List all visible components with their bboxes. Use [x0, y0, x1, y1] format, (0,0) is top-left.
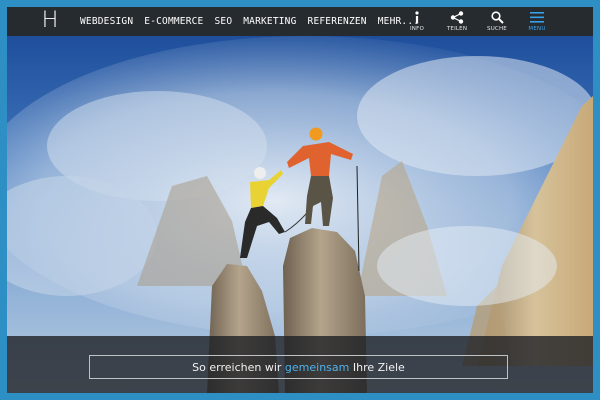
- main-nav: WEBDESIGN E-COMMERCE SEO MARKETING REFER…: [80, 7, 430, 36]
- page-frame: H WEBDESIGN E-COMMERCE SEO MARKETING REF…: [0, 0, 600, 400]
- share-label: TEILEN: [446, 26, 468, 32]
- search-button[interactable]: SUCHE: [477, 7, 517, 36]
- info-icon: [415, 11, 419, 24]
- info-button[interactable]: INFO: [397, 7, 437, 36]
- caption-part-after: Ihre Ziele: [349, 360, 405, 374]
- nav-item-seo[interactable]: SEO: [214, 16, 232, 27]
- caption-accent-word: gemeinsam: [284, 360, 350, 374]
- nav-item-e-commerce[interactable]: E-COMMERCE: [144, 16, 203, 27]
- caption-part-before: So erreichen wir: [192, 360, 285, 374]
- hero-caption: So erreichen wir gemeinsam Ihre Ziele: [192, 361, 405, 374]
- menu-button[interactable]: MENU: [517, 7, 557, 36]
- hero-caption-bar: So erreichen wir gemeinsam Ihre Ziele: [7, 336, 593, 393]
- nav-item-marketing[interactable]: MARKETING: [243, 16, 296, 27]
- nav-item-referenzen[interactable]: REFERENZEN: [308, 16, 367, 27]
- share-icon: [450, 11, 464, 24]
- menu-label: MENU: [528, 26, 546, 32]
- share-button[interactable]: TEILEN: [437, 7, 477, 36]
- search-label: SUCHE: [487, 26, 507, 32]
- top-navigation-bar: H WEBDESIGN E-COMMERCE SEO MARKETING REF…: [7, 7, 593, 36]
- info-label: INFO: [409, 26, 425, 32]
- site-logo[interactable]: H: [40, 9, 60, 33]
- header-tools: INFO TEILEN SUCHE MENU: [397, 7, 557, 36]
- hero-caption-box[interactable]: So erreichen wir gemeinsam Ihre Ziele: [89, 355, 508, 379]
- search-icon: [490, 11, 504, 24]
- nav-item-webdesign[interactable]: WEBDESIGN: [80, 16, 133, 27]
- menu-icon: [530, 12, 544, 23]
- viewport: H WEBDESIGN E-COMMERCE SEO MARKETING REF…: [7, 7, 593, 393]
